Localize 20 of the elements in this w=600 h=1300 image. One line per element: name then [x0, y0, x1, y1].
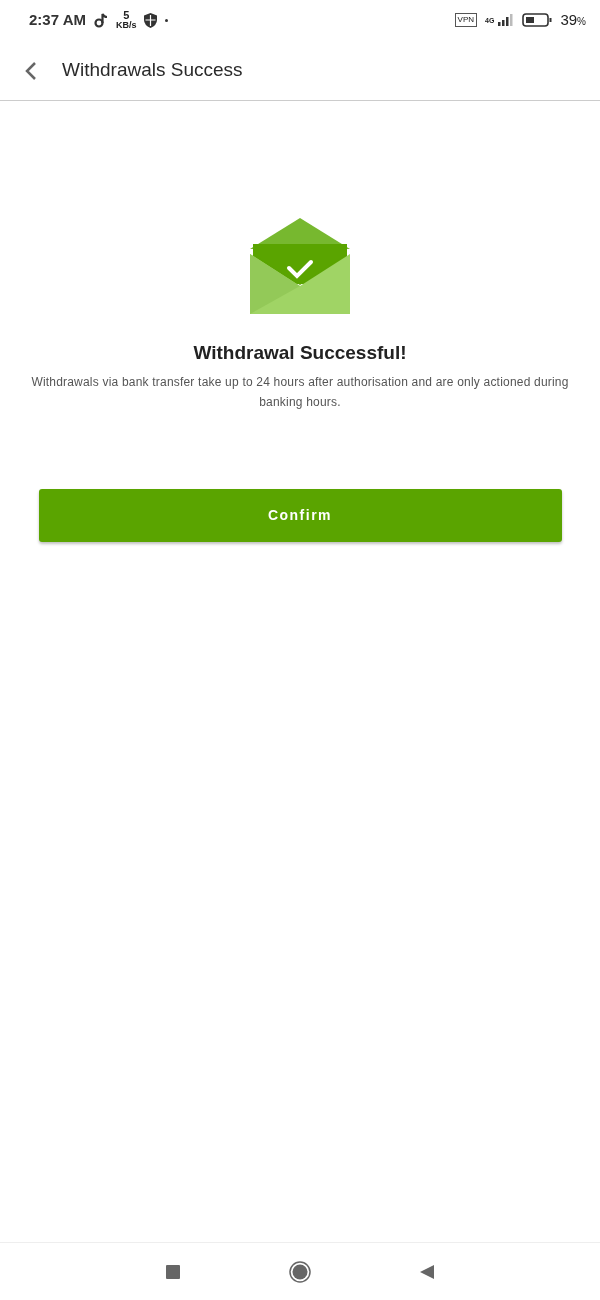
success-title: Withdrawal Successful! — [193, 341, 407, 365]
net-speed: 5 — [122, 10, 131, 21]
back-nav-icon[interactable] — [419, 1263, 435, 1280]
confirm-button[interactable]: Confirm — [38, 488, 562, 542]
dot-icon — [165, 18, 169, 22]
music-note-icon — [93, 12, 108, 28]
net-speed-unit: KB/s — [115, 21, 137, 30]
battery-icon — [522, 13, 553, 27]
info-text: Withdrawals via bank transfer take up to 24 hours after authorisation and are only actioned during banking hours. — [30, 373, 570, 411]
envelope-check-icon — [250, 218, 350, 315]
recents-icon[interactable] — [165, 1263, 181, 1280]
shield-icon — [144, 12, 158, 28]
page-title: Withdrawals Success — [62, 57, 243, 82]
back-icon — [24, 60, 38, 81]
battery-percent: 39 — [560, 9, 578, 30]
vpn-indicator: VPN — [454, 13, 478, 27]
signal-icon — [498, 14, 515, 26]
home-icon[interactable] — [289, 1260, 311, 1283]
battery-unit: % — [577, 14, 586, 29]
status-time: 2:37 AM — [29, 9, 86, 30]
